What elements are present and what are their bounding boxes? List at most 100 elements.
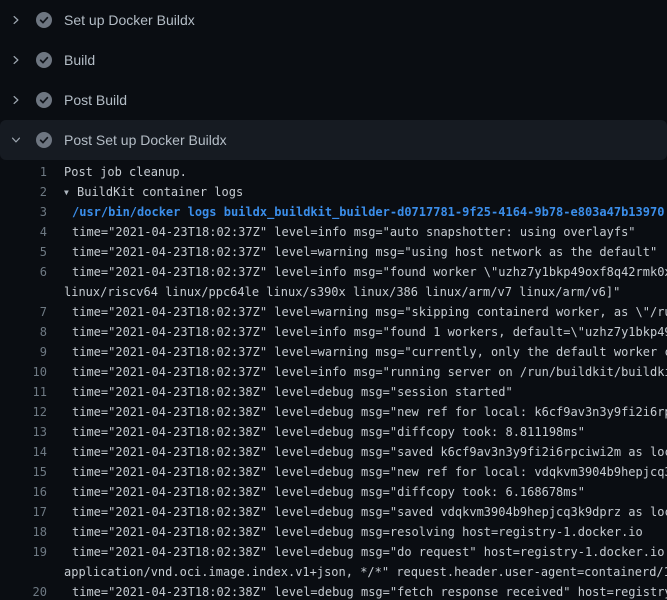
log-row: 8 time="2021-04-23T18:02:37Z" level=info…: [0, 322, 667, 342]
line-number[interactable]: 15: [0, 462, 47, 482]
log-line-body: time="2021-04-23T18:02:38Z" level=debug …: [72, 545, 667, 559]
log-rows: 1 Post job cleanup. 2 ▼BuildKit containe…: [0, 162, 667, 600]
line-number[interactable]: 19: [0, 542, 47, 562]
line-number[interactable]: 7: [0, 302, 47, 322]
line-number[interactable]: 6: [0, 262, 47, 282]
steps-list: Set up Docker Buildx Build P: [0, 0, 667, 160]
log-line-body: time="2021-04-23T18:02:37Z" level=warnin…: [72, 305, 667, 319]
line-number[interactable]: 12: [0, 402, 47, 422]
log-line-body: Post job cleanup.: [64, 165, 187, 179]
log-line-body: time="2021-04-23T18:02:38Z" level=debug …: [72, 425, 585, 439]
log-row: 11 time="2021-04-23T18:02:38Z" level=deb…: [0, 382, 667, 402]
line-number[interactable]: 13: [0, 422, 47, 442]
step-row-post-set-up-docker-buildx[interactable]: Post Set up Docker Buildx: [0, 120, 667, 160]
log-line-text: time="2021-04-23T18:02:38Z" level=debug …: [72, 402, 667, 422]
step-title: Post Set up Docker Buildx: [64, 132, 227, 148]
check-circle-icon: [36, 92, 52, 108]
log-line-body: time="2021-04-23T18:02:38Z" level=debug …: [72, 385, 513, 399]
line-number[interactable]: 18: [0, 522, 47, 542]
line-number[interactable]: 10: [0, 362, 47, 382]
line-number[interactable]: 3: [0, 202, 47, 222]
log-line-text: time="2021-04-23T18:02:37Z" level=info m…: [72, 362, 667, 382]
log-row[interactable]: 2 ▼BuildKit container logs: [0, 182, 667, 202]
step-row-build[interactable]: Build: [0, 40, 667, 80]
line-number[interactable]: [0, 282, 47, 302]
check-circle-icon: [36, 12, 52, 28]
line-number[interactable]: 14: [0, 442, 47, 462]
log-row: 1 Post job cleanup.: [0, 162, 667, 182]
log-row: 4 time="2021-04-23T18:02:37Z" level=info…: [0, 222, 667, 242]
line-number[interactable]: 4: [0, 222, 47, 242]
log-row: 7 time="2021-04-23T18:02:37Z" level=warn…: [0, 302, 667, 322]
log-row: 12 time="2021-04-23T18:02:38Z" level=deb…: [0, 402, 667, 422]
line-number[interactable]: 17: [0, 502, 47, 522]
log-line-text: time="2021-04-23T18:02:38Z" level=debug …: [72, 502, 667, 522]
line-number[interactable]: 5: [0, 242, 47, 262]
log-line-text: time="2021-04-23T18:02:38Z" level=debug …: [72, 382, 513, 402]
line-number[interactable]: 11: [0, 382, 47, 402]
log-line-text: ▼BuildKit container logs: [64, 182, 243, 202]
chevron-icon[interactable]: [8, 52, 24, 68]
log-line-text: time="2021-04-23T18:02:38Z" level=debug …: [72, 482, 585, 502]
log-row: 19 time="2021-04-23T18:02:38Z" level=deb…: [0, 542, 667, 562]
log-line-text: time="2021-04-23T18:02:37Z" level=info m…: [72, 322, 667, 342]
line-number[interactable]: 2: [0, 182, 47, 202]
log-row: 15 time="2021-04-23T18:02:38Z" level=deb…: [0, 462, 667, 482]
log-line-body: time="2021-04-23T18:02:37Z" level=info m…: [72, 365, 667, 379]
log-line-text: time="2021-04-23T18:02:37Z" level=info m…: [72, 262, 667, 282]
step-title: Set up Docker Buildx: [64, 12, 195, 28]
log-row: 6 time="2021-04-23T18:02:37Z" level=info…: [0, 262, 667, 282]
chevron-icon[interactable]: [8, 12, 24, 28]
log-line-body: time="2021-04-23T18:02:37Z" level=info m…: [72, 225, 636, 239]
group-expand-triangle-icon[interactable]: ▼: [64, 183, 77, 202]
log-line-body: time="2021-04-23T18:02:38Z" level=debug …: [72, 405, 667, 419]
log-line-text: time="2021-04-23T18:02:38Z" level=debug …: [72, 582, 667, 600]
log-line-body: time="2021-04-23T18:02:38Z" level=debug …: [72, 585, 667, 599]
line-number[interactable]: [0, 562, 47, 582]
step-row-set-up-docker-buildx[interactable]: Set up Docker Buildx: [0, 0, 667, 40]
log-line-body: BuildKit container logs: [77, 185, 243, 199]
log-line-body: application/vnd.oci.image.index.v1+json,…: [64, 565, 667, 579]
log-line-text: time="2021-04-23T18:02:37Z" level=warnin…: [72, 342, 667, 362]
log-line-body: time="2021-04-23T18:02:38Z" level=debug …: [72, 525, 643, 539]
log-line-text: time="2021-04-23T18:02:38Z" level=debug …: [72, 422, 585, 442]
log-line-body: time="2021-04-23T18:02:37Z" level=info m…: [72, 325, 667, 339]
log-line-text: linux/riscv64 linux/ppc64le linux/s390x …: [64, 282, 620, 302]
log-line-text: time="2021-04-23T18:02:38Z" level=debug …: [72, 542, 667, 562]
chevron-icon[interactable]: [8, 132, 24, 148]
line-number[interactable]: 1: [0, 162, 47, 182]
log-row: 14 time="2021-04-23T18:02:38Z" level=deb…: [0, 442, 667, 462]
line-number[interactable]: 16: [0, 482, 47, 502]
line-number[interactable]: 9: [0, 342, 47, 362]
log-row: 17 time="2021-04-23T18:02:38Z" level=deb…: [0, 502, 667, 522]
log-line-text: time="2021-04-23T18:02:37Z" level=warnin…: [72, 242, 657, 262]
line-number[interactable]: 8: [0, 322, 47, 342]
log-row: 5 time="2021-04-23T18:02:37Z" level=warn…: [0, 242, 667, 262]
log-row: 13 time="2021-04-23T18:02:38Z" level=deb…: [0, 422, 667, 442]
log-row: 18 time="2021-04-23T18:02:38Z" level=deb…: [0, 522, 667, 542]
log-row: 20 time="2021-04-23T18:02:38Z" level=deb…: [0, 582, 667, 600]
log-line-text: time="2021-04-23T18:02:37Z" level=info m…: [72, 222, 636, 242]
log-line-text: time="2021-04-23T18:02:38Z" level=debug …: [72, 462, 667, 482]
log-line-body: time="2021-04-23T18:02:38Z" level=debug …: [72, 505, 667, 519]
line-number[interactable]: 20: [0, 582, 47, 600]
step-title: Build: [64, 52, 95, 68]
log-line-text: /usr/bin/docker logs buildx_buildkit_bui…: [72, 202, 664, 222]
log-row: 3 /usr/bin/docker logs buildx_buildkit_b…: [0, 202, 667, 222]
check-circle-icon: [36, 132, 52, 148]
log-line-text: time="2021-04-23T18:02:38Z" level=debug …: [72, 442, 667, 462]
log-row: 10 time="2021-04-23T18:02:37Z" level=inf…: [0, 362, 667, 382]
chevron-icon[interactable]: [8, 92, 24, 108]
log-line-text: time="2021-04-23T18:02:37Z" level=warnin…: [72, 302, 667, 322]
log-line-body: time="2021-04-23T18:02:38Z" level=debug …: [72, 485, 585, 499]
log-line-body: time="2021-04-23T18:02:37Z" level=warnin…: [72, 345, 667, 359]
check-circle-icon: [36, 52, 52, 68]
log-row: application/vnd.oci.image.index.v1+json,…: [0, 562, 667, 582]
log-viewer: 1 Post job cleanup. 2 ▼BuildKit containe…: [0, 162, 667, 600]
log-row: 9 time="2021-04-23T18:02:37Z" level=warn…: [0, 342, 667, 362]
log-line-text: Post job cleanup.: [64, 162, 187, 182]
log-line-text: application/vnd.oci.image.index.v1+json,…: [64, 562, 667, 582]
log-row: linux/riscv64 linux/ppc64le linux/s390x …: [0, 282, 667, 302]
log-line-body: time="2021-04-23T18:02:37Z" level=warnin…: [72, 245, 657, 259]
step-row-post-build[interactable]: Post Build: [0, 80, 667, 120]
